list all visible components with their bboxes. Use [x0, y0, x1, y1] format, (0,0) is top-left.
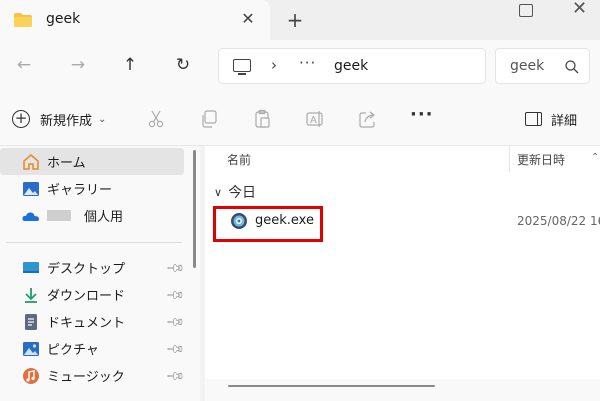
group-header-today[interactable]: ∨ 今日 [214, 182, 256, 202]
nav-label: ホーム [47, 156, 86, 171]
pin-icon[interactable]: 📌︎ [165, 338, 186, 359]
plus-icon: + [12, 110, 30, 128]
column-header-name[interactable]: 名前 [227, 151, 251, 168]
group-label: 今日 [228, 185, 257, 201]
nav-divider [6, 242, 182, 243]
file-list: 名前 更新日時 ⌃ ∨ 今日 geek.exe 2025/08/22 16: [205, 146, 600, 401]
breadcrumb-geek[interactable]: geek [334, 58, 368, 74]
column-divider[interactable] [509, 146, 510, 172]
download-icon [25, 287, 37, 303]
details-label: 詳細 [551, 113, 578, 129]
documents-icon [25, 313, 37, 330]
nav-item-home[interactable]: ホーム [0, 148, 184, 175]
details-pane-icon [525, 112, 542, 126]
nav-label: 個人用 [84, 210, 124, 225]
pin-icon[interactable]: 📌︎ [165, 284, 186, 305]
pictures-icon [23, 341, 39, 356]
desktop-icon [23, 261, 39, 273]
nav-label: ドキュメント [47, 316, 126, 331]
horizontal-scrollbar[interactable] [228, 385, 435, 387]
copy-icon[interactable] [199, 109, 219, 129]
chevron-right-icon[interactable]: › [271, 56, 277, 74]
highlight-box [213, 206, 323, 242]
title-bar: geek ✕ + ✕ [0, 0, 600, 40]
new-tab-button[interactable]: + [284, 9, 306, 31]
nav-item-gallery[interactable]: ギャラリー [0, 175, 184, 202]
details-pane-button[interactable]: 詳細 [525, 109, 577, 129]
breadcrumb-overflow[interactable]: ··· [299, 54, 316, 72]
share-icon[interactable] [358, 109, 378, 129]
svg-text:A: A [310, 115, 317, 126]
navigation-pane: ホーム ギャラリー 個人用 デスクトップ 📌︎ ダウンロード 📌︎ ドキュメント… [0, 146, 200, 401]
folder-icon [14, 13, 32, 27]
address-bar-row: ← → ↑ ↻ › ··· geek geek [0, 40, 600, 92]
up-button[interactable]: ↑ [118, 53, 142, 77]
content-footer [205, 379, 600, 401]
more-options-button[interactable]: ··· [410, 104, 434, 125]
nav-item-pictures[interactable]: ピクチャ 📌︎ [0, 335, 186, 362]
redacted-account-name [47, 210, 71, 221]
close-tab-icon[interactable]: ✕ [238, 9, 258, 29]
nav-item-music[interactable]: ミュージック 📌︎ [0, 362, 186, 389]
chevron-down-icon: ∨ [214, 185, 223, 199]
maximize-button[interactable] [519, 4, 533, 17]
back-button[interactable]: ← [12, 53, 36, 77]
nav-label: ピクチャ [47, 343, 99, 358]
refresh-button[interactable]: ↻ [171, 53, 195, 77]
nav-label: ダウンロード [47, 289, 126, 304]
new-button-label: 新規作成 [40, 113, 93, 129]
tab-title: geek [46, 11, 81, 27]
nav-scrollbar[interactable] [193, 150, 196, 268]
nav-label: ギャラリー [47, 183, 113, 198]
search-text: geek [510, 58, 545, 74]
forward-button[interactable]: → [66, 53, 90, 77]
nav-item-downloads[interactable]: ダウンロード 📌︎ [0, 281, 186, 308]
nav-label: ミュージック [47, 370, 125, 385]
onedrive-icon [22, 211, 39, 221]
pc-icon [233, 59, 251, 75]
address-box[interactable]: › ··· geek [218, 48, 486, 84]
pin-icon[interactable]: 📌︎ [165, 365, 186, 386]
pin-icon[interactable]: 📌︎ [165, 311, 186, 332]
search-input[interactable]: geek [495, 48, 590, 84]
command-bar: + 新規作成 ⌄ A ··· 詳細 [0, 92, 600, 146]
paste-icon[interactable] [252, 109, 272, 129]
gallery-icon [23, 181, 39, 196]
nav-item-onedrive-personal[interactable]: 個人用 [0, 202, 184, 229]
nav-label: デスクトップ [47, 262, 126, 277]
music-icon [23, 367, 39, 384]
window-close-button[interactable]: ✕ [572, 0, 587, 19]
home-icon [23, 153, 39, 170]
file-modified: 2025/08/22 16: [517, 214, 600, 228]
tab-geek[interactable]: geek ✕ [0, 0, 270, 40]
cut-icon[interactable] [146, 109, 166, 129]
chevron-down-icon: ⌄ [98, 113, 107, 125]
new-button[interactable]: + 新規作成 ⌄ [12, 106, 106, 132]
pin-icon[interactable]: 📌︎ [165, 257, 186, 278]
rename-icon[interactable]: A [305, 109, 325, 129]
nav-item-desktop[interactable]: デスクトップ 📌︎ [0, 254, 186, 281]
search-icon [565, 60, 579, 74]
chevron-up-icon: ⌃ [591, 152, 600, 163]
nav-item-documents[interactable]: ドキュメント 📌︎ [0, 308, 186, 335]
column-header-modified[interactable]: 更新日時 [517, 151, 565, 168]
